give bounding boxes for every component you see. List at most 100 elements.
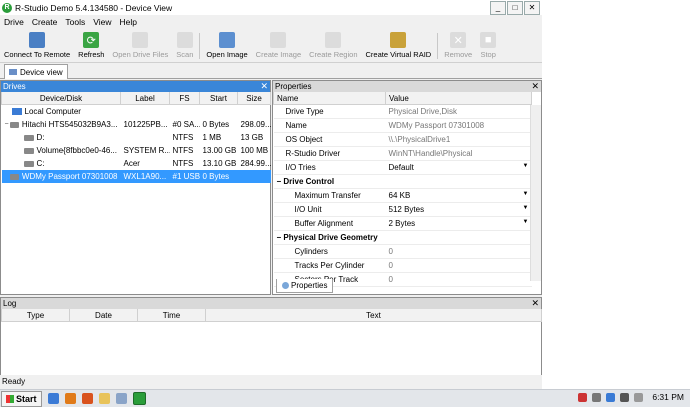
column-header-time[interactable]: Time [137, 309, 206, 322]
raid-icon [390, 32, 407, 48]
drive-row[interactable]: Volume{8fbbc0e0-46... SYSTEM R... NTFS 13.0… [2, 144, 271, 157]
firefox-icon[interactable] [81, 393, 93, 404]
drive-row[interactable]: WDMy Passport 07301008 WXL1A90... #1 USB 0 … [1, 170, 271, 183]
menu-help[interactable]: Help [115, 17, 140, 27]
drive-row[interactable]: C: Acer NTFS 13.10 GB 284.99... [2, 157, 271, 170]
explorer-icon[interactable] [115, 393, 127, 404]
toolbar-button-create-image[interactable]: Create Image [252, 32, 305, 62]
menu-drive[interactable]: Drive [0, 17, 28, 27]
property-category[interactable]: − Drive Control [273, 174, 532, 189]
drive-row[interactable]: D: NTFS 1 MB 13 GB [2, 131, 271, 144]
maximize-button[interactable]: □ [507, 1, 523, 15]
column-header-fs[interactable]: FS [169, 92, 200, 105]
toolbar-button-refresh[interactable]: ⟳ Refresh [74, 32, 108, 62]
toolbar-button-create-virtual-raid[interactable]: Create Virtual RAID [362, 32, 436, 62]
disk-icon [10, 121, 19, 128]
column-header-value[interactable]: Value [385, 92, 532, 105]
dropdown-arrow-icon[interactable]: ▼ [523, 219, 529, 225]
column-header-text[interactable]: Text [205, 309, 542, 322]
property-name: Physical Drive Geometry [283, 233, 378, 242]
menu-view[interactable]: View [89, 17, 115, 27]
start-label: Start [16, 393, 37, 404]
application-window: R R-Studio Demo 5.4.134580 - Device View… [0, 0, 542, 406]
property-name: I/O Tries [285, 163, 316, 172]
column-header-device[interactable]: Device/Disk [1, 92, 121, 105]
dropdown-arrow-icon[interactable]: ▼ [523, 163, 529, 169]
dropdown-arrow-icon[interactable]: ▼ [523, 191, 529, 197]
property-category[interactable]: − Physical Drive Geometry [273, 230, 532, 245]
create-image-icon [270, 32, 287, 48]
toolbar-button-open-image[interactable]: Open Image [202, 32, 251, 62]
toolbar-button-open-drive-files[interactable]: Open Drive Files [108, 32, 172, 62]
menu-tools[interactable]: Tools [61, 17, 89, 27]
computer-icon [11, 108, 22, 115]
drive-row[interactable]: Local Computer [2, 105, 271, 119]
property-value: Physical Drive,Disk [388, 107, 457, 116]
property-row[interactable]: Buffer Alignment 2 Bytes ▼ [273, 216, 532, 231]
tab-properties[interactable]: Properties [276, 279, 334, 293]
property-row[interactable]: Name WDMy Passport 07301008 [273, 118, 532, 133]
close-panel-icon[interactable]: ✕ [260, 81, 268, 92]
start-button[interactable]: Start [1, 390, 42, 407]
property-value[interactable]: 2 Bytes [389, 219, 416, 228]
tab-device-view[interactable]: Device view [4, 64, 68, 79]
property-row[interactable]: I/O Unit 512 Bytes ▼ [273, 202, 532, 217]
toolbar-button-scan[interactable]: Scan [172, 32, 197, 62]
drive-start [200, 105, 238, 119]
property-value[interactable]: Default [389, 163, 414, 172]
column-header-date[interactable]: Date [69, 309, 138, 322]
drives-panel-header: Drives ✕ [1, 81, 270, 92]
property-row[interactable]: I/O Tries Default ▼ [273, 160, 532, 175]
property-row[interactable]: Maximum Transfer 64 KB ▼ [273, 188, 532, 203]
property-value: 0 [388, 247, 393, 256]
properties-scrollbar[interactable] [530, 105, 541, 281]
close-panel-icon[interactable]: ✕ [531, 298, 539, 309]
property-row[interactable]: Tracks Per Cylinder 0 [273, 258, 532, 273]
toolbar-button-stop[interactable]: ■ Stop [476, 32, 500, 62]
battery-icon[interactable] [620, 392, 630, 402]
toolbar-separator [199, 33, 201, 59]
drive-fs: NTFS [172, 133, 194, 142]
system-tray: 6:31 PM [578, 392, 684, 402]
toolbar-button-create-region[interactable]: Create Region [305, 32, 361, 62]
bluetooth-icon[interactable] [606, 392, 616, 402]
taskbar: Start 6:31 PM [0, 389, 690, 407]
log-panel-header: Log ✕ [1, 298, 541, 309]
volume-icon[interactable] [634, 392, 644, 402]
property-row[interactable]: Cylinders 0 [273, 244, 532, 259]
property-row[interactable]: R-Studio Driver WinNT\Handle\Physical [273, 146, 532, 161]
property-value[interactable]: 512 Bytes [389, 205, 425, 214]
minimize-button[interactable]: _ [490, 1, 506, 15]
property-name: I/O Unit [294, 205, 322, 214]
ie-icon[interactable] [47, 393, 59, 404]
dropdown-arrow-icon[interactable]: ▼ [523, 205, 529, 211]
toolbar-button-connect-to-remote[interactable]: Connect To Remote [0, 32, 74, 62]
rstudio-icon[interactable] [132, 392, 146, 405]
column-header-name[interactable]: Name [273, 92, 386, 105]
scan-icon [176, 32, 193, 48]
drive-start: 1 MB [202, 133, 222, 142]
drives-panel-title: Drives [3, 82, 26, 91]
tab-properties-label: Properties [291, 281, 328, 290]
folder-icon[interactable] [98, 393, 110, 404]
column-header-start[interactable]: Start [199, 92, 238, 105]
close-button[interactable]: ✕ [524, 1, 540, 15]
network-icon[interactable] [592, 392, 602, 402]
media-player-icon[interactable] [64, 393, 76, 404]
security-icon[interactable] [578, 392, 588, 402]
toolbar: Connect To Remote ⟳ Refresh Open Drive File… [0, 28, 542, 63]
clock[interactable]: 6:31 PM [652, 392, 684, 402]
drive-row[interactable]: − Hitachi HTS545032B9A3... 101225PB... #0 S… [2, 118, 271, 131]
close-panel-icon[interactable]: ✕ [531, 81, 539, 92]
property-value[interactable]: 64 KB [389, 191, 411, 200]
property-row[interactable]: Drive Type Physical Drive,Disk [273, 104, 532, 119]
drive-fs [170, 105, 200, 119]
column-header-type[interactable]: Type [1, 309, 70, 322]
toolbar-button-remove[interactable]: ✕ Remove [440, 32, 476, 62]
column-header-size[interactable]: Size [237, 92, 271, 105]
column-header-label[interactable]: Label [120, 92, 170, 105]
property-row[interactable]: OS Object \\.\PhysicalDrive1 [273, 132, 532, 147]
menu-create[interactable]: Create [28, 17, 62, 27]
drive-name: Volume{8fbbc0e0-46... [36, 146, 118, 155]
stop-icon: ■ [480, 32, 497, 48]
